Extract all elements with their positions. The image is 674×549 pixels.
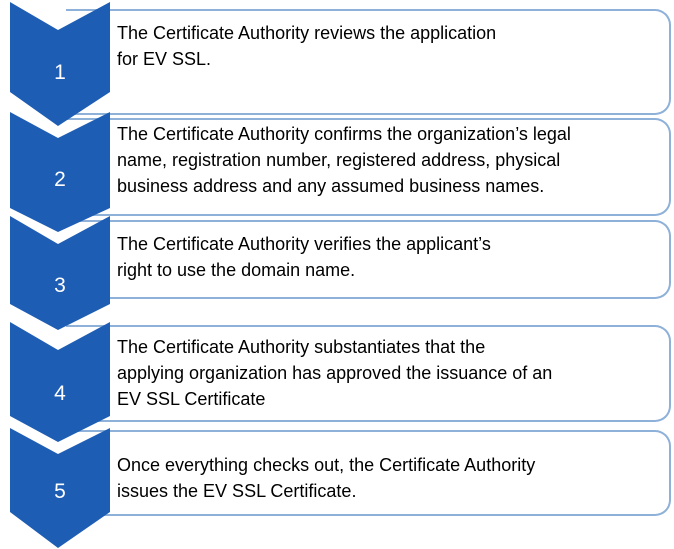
step-1-chevron: 1 [10, 2, 110, 126]
step-3-chevron: 3 [10, 216, 110, 330]
step-4-number: 4 [54, 382, 66, 405]
step-5-number: 5 [54, 480, 66, 503]
step-4-text: The Certificate Authority substantiates … [117, 337, 553, 409]
step-3-number: 3 [54, 274, 66, 297]
step-2-number: 2 [54, 168, 66, 191]
step-5-text: Once everything checks out, the Certific… [117, 455, 536, 501]
step-2-chevron: 2 [10, 112, 110, 232]
step-1-text: The Certificate Authority reviews the ap… [117, 23, 497, 69]
chevron-3-shape [10, 216, 110, 330]
step-3-text: The Certificate Authority verifies the a… [117, 234, 491, 280]
step-2-text: The Certificate Authority confirms the o… [117, 124, 571, 196]
step-4-chevron: 4 [10, 322, 110, 442]
step-1-number: 1 [54, 61, 66, 84]
step-5-chevron: 5 [10, 428, 110, 548]
ev-ssl-process-diagram: 1 2 3 4 5 The Certificate Authority revi… [0, 0, 674, 549]
